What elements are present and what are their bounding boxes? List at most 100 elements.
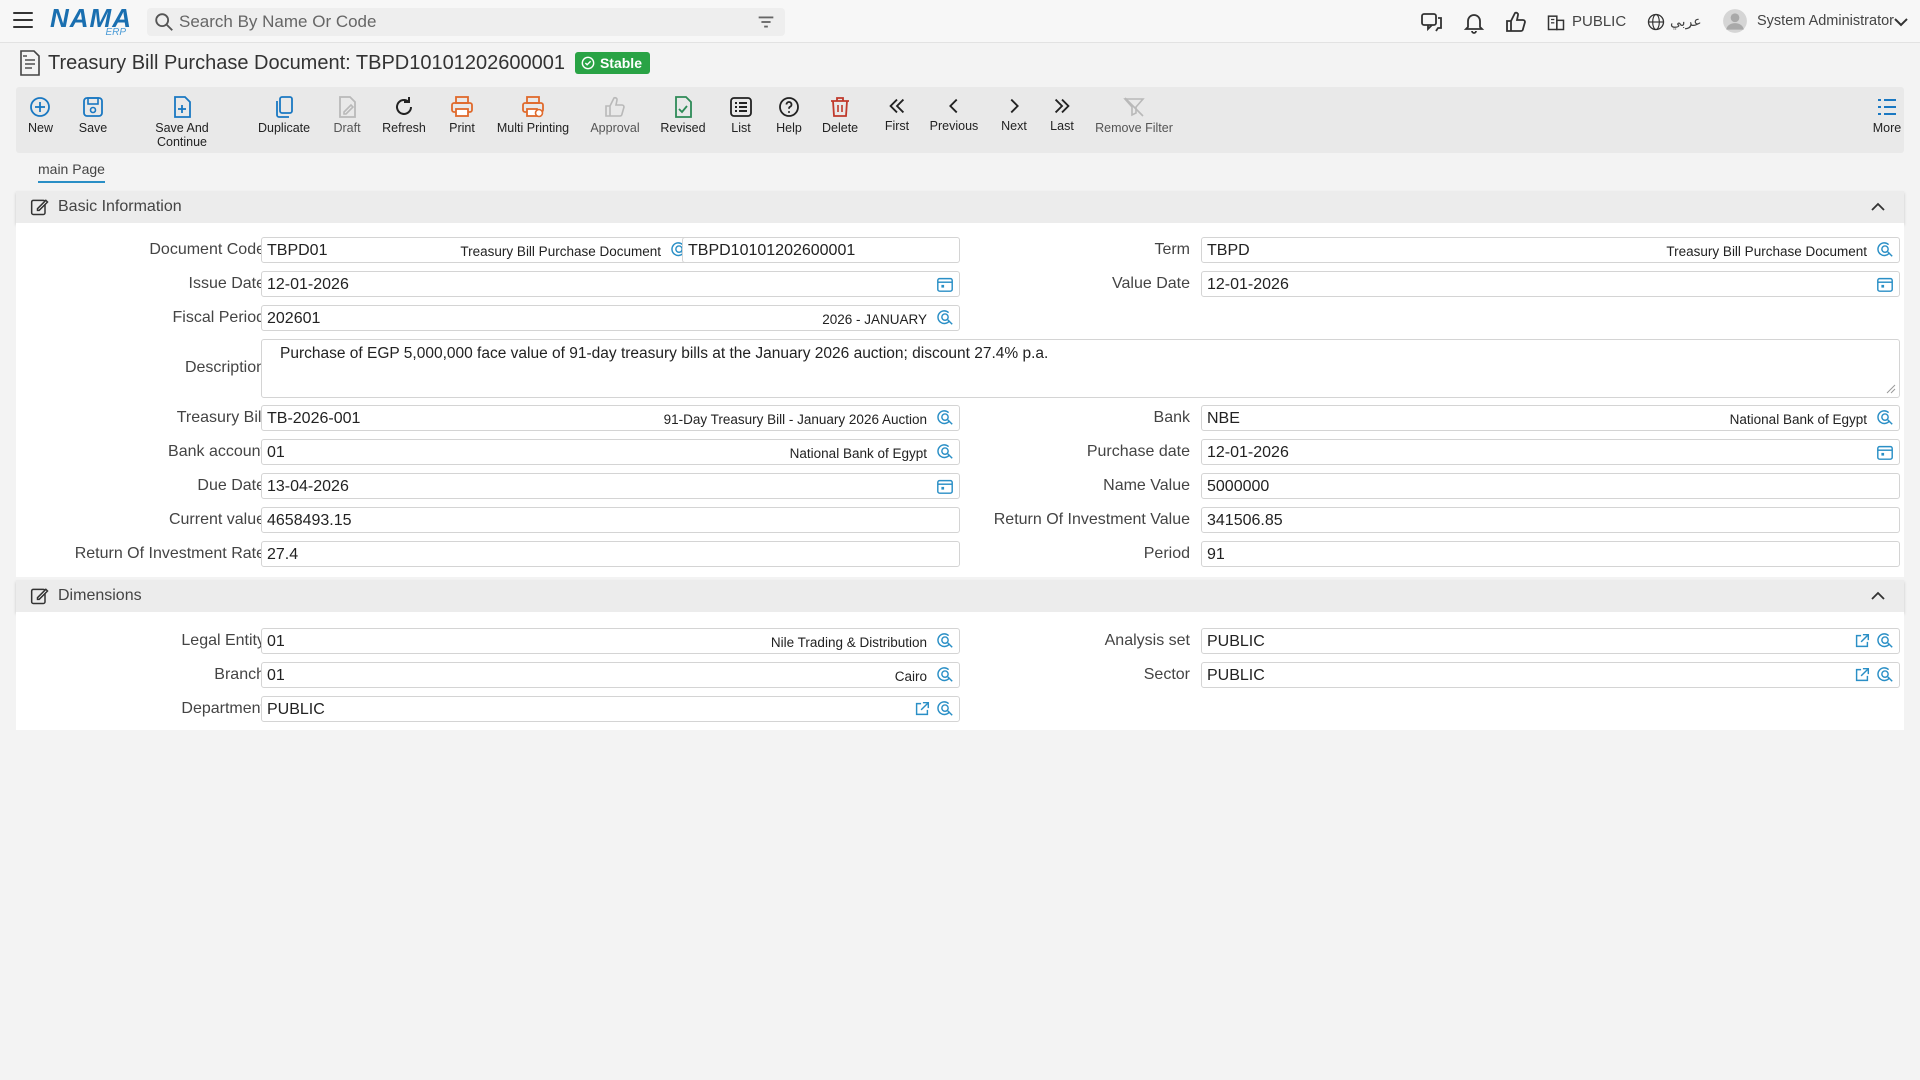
- globe-icon[interactable]: [1646, 12, 1666, 32]
- public-label[interactable]: PUBLIC: [1572, 13, 1626, 30]
- calendar-icon[interactable]: [1876, 275, 1894, 293]
- document-code-field[interactable]: TBPD01 Treasury Bill Purchase Document: [261, 237, 694, 263]
- search-input[interactable]: [175, 9, 755, 35]
- roi-rate-field[interactable]: 27.4: [261, 541, 960, 567]
- logo[interactable]: NAMA ERP: [50, 5, 131, 38]
- purchase-date-field[interactable]: 12-01-2026: [1201, 439, 1900, 465]
- revised-icon: [675, 96, 692, 118]
- fiscal-period-field[interactable]: 202601 2026 - JANUARY: [261, 305, 960, 331]
- search-lookup-icon[interactable]: [1876, 241, 1894, 259]
- treasury-bill-field[interactable]: TB-2026-001 91-Day Treasury Bill - Janua…: [261, 405, 960, 431]
- avatar-icon[interactable]: [1722, 8, 1748, 34]
- description-textarea[interactable]: Purchase of EGP 5,000,000 face value of …: [261, 339, 1900, 398]
- multi-printing-button[interactable]: Multi Printing: [496, 95, 570, 135]
- remove-filter-button[interactable]: Remove Filter: [1094, 95, 1174, 135]
- calendar-icon[interactable]: [1876, 443, 1894, 461]
- more-button[interactable]: More: [1872, 95, 1902, 135]
- name-value-field[interactable]: 5000000: [1201, 473, 1900, 499]
- department-field[interactable]: PUBLIC: [261, 696, 960, 722]
- dimensions-header[interactable]: Dimensions: [16, 580, 1904, 612]
- purchase-date-label: Purchase date: [1086, 443, 1190, 460]
- search-lookup-icon[interactable]: [936, 632, 954, 650]
- first-button[interactable]: First: [882, 95, 912, 133]
- document-number-field[interactable]: TBPD10101202600001: [682, 237, 960, 263]
- term-field[interactable]: TBPD Treasury Bill Purchase Document: [1201, 237, 1900, 263]
- treasury-bill-code: TB-2026-001: [267, 410, 361, 427]
- chevrons-left-icon: [889, 98, 905, 114]
- search-lookup-icon[interactable]: [936, 666, 954, 684]
- save-icon: [83, 97, 103, 117]
- revised-label: Revised: [660, 121, 706, 135]
- refresh-button[interactable]: Refresh: [382, 95, 426, 135]
- issue-date-value: 12-01-2026: [267, 276, 349, 293]
- legal-entity-label: Legal Entity: [181, 632, 265, 649]
- document-number-value: TBPD10101202600001: [688, 242, 856, 259]
- bell-icon[interactable]: [1462, 10, 1486, 34]
- filter-icon[interactable]: [755, 11, 777, 33]
- legal-entity-code: 01: [267, 633, 285, 650]
- period-value: 91: [1207, 546, 1225, 563]
- chevron-up-icon[interactable]: [1870, 589, 1886, 603]
- save-button[interactable]: Save: [78, 95, 108, 135]
- refresh-icon: [396, 97, 412, 115]
- list-button[interactable]: List: [727, 95, 755, 135]
- copy-icon: [276, 96, 293, 118]
- search-lookup-icon[interactable]: [1876, 666, 1894, 684]
- new-button[interactable]: New: [28, 95, 53, 135]
- bank-account-field[interactable]: 01 National Bank of Egypt: [261, 439, 960, 465]
- help-button[interactable]: Help: [774, 95, 804, 135]
- document-code-value: TBPD01: [267, 242, 328, 259]
- tab-main-page[interactable]: main Page: [38, 161, 105, 183]
- next-button[interactable]: Next: [1000, 95, 1028, 133]
- search-lookup-icon[interactable]: [1876, 632, 1894, 650]
- draft-button[interactable]: Draft: [332, 95, 362, 135]
- duplicate-button[interactable]: Duplicate: [258, 95, 310, 135]
- last-button[interactable]: Last: [1048, 95, 1076, 133]
- roi-rate-value: 27.4: [267, 546, 299, 563]
- search-lookup-icon[interactable]: [936, 443, 954, 461]
- legal-entity-field[interactable]: 01 Nile Trading & Distribution: [261, 628, 960, 654]
- search-lookup-icon[interactable]: [936, 309, 954, 327]
- menu-icon[interactable]: [13, 12, 33, 30]
- previous-label: Previous: [929, 119, 979, 133]
- issue-date-field[interactable]: 12-01-2026: [261, 271, 960, 297]
- sector-field[interactable]: PUBLIC: [1201, 662, 1900, 688]
- print-button[interactable]: Print: [447, 95, 477, 135]
- period-field[interactable]: 91: [1201, 541, 1900, 567]
- calendar-icon[interactable]: [936, 477, 954, 495]
- language-switch[interactable]: عربي: [1670, 13, 1702, 30]
- external-link-icon[interactable]: [913, 700, 931, 718]
- current-value-field[interactable]: 4658493.15: [261, 507, 960, 533]
- due-date-field[interactable]: 13-04-2026: [261, 473, 960, 499]
- previous-button[interactable]: Previous: [929, 95, 979, 133]
- help-label: Help: [776, 121, 802, 135]
- delete-label: Delete: [822, 121, 859, 135]
- calendar-icon[interactable]: [936, 275, 954, 293]
- roi-value-field[interactable]: 341506.85: [1201, 507, 1900, 533]
- revised-button[interactable]: Revised: [660, 95, 706, 135]
- value-date-field[interactable]: 12-01-2026: [1201, 271, 1900, 297]
- status-badge: Stable: [574, 52, 650, 74]
- external-link-icon[interactable]: [1853, 666, 1871, 684]
- chevron-up-icon[interactable]: [1870, 200, 1886, 214]
- thumbs-up-icon[interactable]: [1504, 10, 1528, 34]
- bank-field[interactable]: NBE National Bank of Egypt: [1201, 405, 1900, 431]
- search-lookup-icon[interactable]: [1876, 409, 1894, 427]
- save-and-continue-button[interactable]: Save And Continue: [130, 95, 234, 149]
- basic-information-header[interactable]: Basic Information: [16, 191, 1904, 223]
- chat-icon[interactable]: [1420, 10, 1444, 34]
- chevron-down-icon[interactable]: [1893, 14, 1909, 30]
- treasury-bill-name: 91-Day Treasury Bill - January 2026 Auct…: [663, 412, 927, 427]
- multi-printer-icon: [522, 96, 544, 118]
- delete-button[interactable]: Delete: [822, 95, 858, 135]
- user-name[interactable]: System Administrator: [1757, 13, 1894, 29]
- resize-handle-icon[interactable]: [1886, 384, 1896, 394]
- search-lookup-icon[interactable]: [936, 700, 954, 718]
- external-link-icon[interactable]: [1853, 632, 1871, 650]
- branch-field[interactable]: 01 Cairo: [261, 662, 960, 688]
- term-label: Term: [1154, 241, 1190, 258]
- approval-button[interactable]: Approval: [590, 95, 640, 135]
- analysis-set-field[interactable]: PUBLIC: [1201, 628, 1900, 654]
- file-plus-icon: [174, 96, 191, 118]
- search-lookup-icon[interactable]: [936, 409, 954, 427]
